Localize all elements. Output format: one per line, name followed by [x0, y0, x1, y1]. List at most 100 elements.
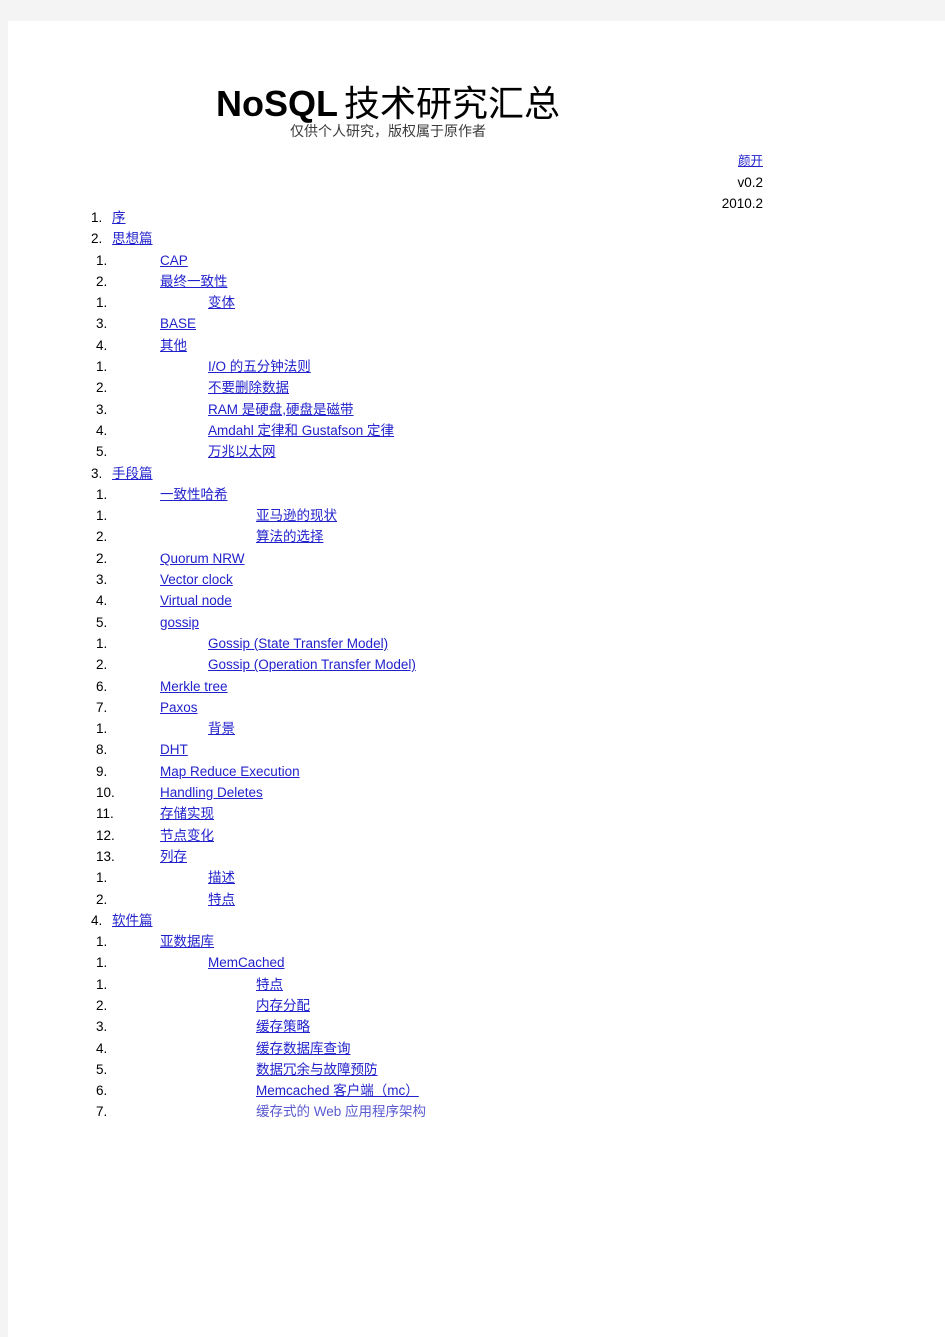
toc-entry: 3. Vector clock — [88, 569, 928, 590]
toc-entry-link[interactable]: I/O 的五分钟法则 — [208, 356, 311, 377]
version-line: v0.2 — [737, 174, 763, 190]
toc-entry-link[interactable]: Amdahl 定律和 Gustafson 定律 — [208, 420, 394, 441]
toc-entry-link[interactable]: 其他 — [160, 335, 187, 356]
toc-entry-link[interactable]: 存储实现 — [160, 803, 214, 824]
toc-entry-number: 1. — [96, 635, 108, 651]
toc-entry-link[interactable]: 特点 — [208, 889, 235, 910]
toc-entry-number: 3. — [96, 316, 108, 332]
toc-entry-link[interactable]: 描述 — [208, 867, 235, 888]
toc-entry-number: 1. — [96, 870, 108, 886]
toc-entry-link[interactable]: 最终一致性 — [160, 271, 228, 292]
toc-entry: 1. Gossip (State Transfer Model) — [88, 633, 928, 654]
document-meta: 颜开 v0.2 2010.2 — [722, 150, 763, 215]
toc-entry-link[interactable]: 内存分配 — [256, 995, 310, 1016]
toc-entry: 1. 亚数据库 — [88, 931, 928, 952]
toc-entry: 2. 算法的选择 — [88, 526, 928, 547]
toc-entry: 4. Amdahl 定律和 Gustafson 定律 — [88, 420, 928, 441]
toc-entry-link[interactable]: 不要删除数据 — [208, 377, 289, 398]
toc-entry: 5. gossip — [88, 612, 928, 633]
toc-entry-number: 11. — [96, 806, 114, 822]
toc-entry-number: 1. — [96, 508, 108, 524]
toc-entry-link[interactable]: Virtual node — [160, 590, 232, 611]
toc-entry: 4. 软件篇 — [88, 910, 928, 931]
toc-entry-number: 5. — [96, 1061, 108, 1077]
toc-entry-link[interactable]: 手段篇 — [112, 463, 153, 484]
toc-entry-link[interactable]: 数据冗余与故障预防 — [256, 1059, 378, 1080]
toc-entry-link[interactable]: DHT — [160, 739, 188, 760]
page-subtitle: 仅供个人研究，版权属于原作者 — [290, 124, 486, 140]
toc-entry-number: 2. — [96, 529, 108, 545]
page-title-cjk: 技术研究汇总 — [343, 84, 560, 126]
toc-entry-link[interactable]: 序 — [112, 207, 126, 228]
toc-entry-link[interactable]: Quorum NRW — [160, 548, 245, 569]
toc-entry-number: 4. — [96, 422, 108, 438]
page-title: NoSQL 技术研究汇总 — [8, 82, 768, 127]
toc-entry-link[interactable]: 缓存数据库查询 — [256, 1038, 351, 1059]
toc-entry: 4. 缓存数据库查询 — [88, 1038, 928, 1059]
toc-entry-number: 2. — [96, 657, 108, 673]
toc-entry: 2. Gossip (Operation Transfer Model) — [88, 654, 928, 675]
toc-entry-number: 10. — [96, 785, 115, 801]
toc-entry: 3. 缓存策略 — [88, 1016, 928, 1037]
toc-entry-link[interactable]: 思想篇 — [112, 228, 153, 249]
toc-entry-number: 1. — [96, 252, 108, 268]
toc-entry: 1. 序 — [88, 207, 928, 228]
toc-entry: 1. 特点 — [88, 974, 928, 995]
document-page: NoSQL 技术研究汇总 仅供个人研究，版权属于原作者 颜开 v0.2 2010.… — [8, 21, 945, 1337]
toc-entry: 12. 节点变化 — [88, 825, 928, 846]
toc-entry-number: 1. — [96, 934, 108, 950]
toc-entry: 11. 存储实现 — [88, 803, 928, 824]
toc-entry: 10. Handling Deletes — [88, 782, 928, 803]
toc-entry-number: 2. — [96, 997, 108, 1013]
toc-entry-number: 2. — [96, 380, 108, 396]
toc-entry-link[interactable]: 亚数据库 — [160, 931, 214, 952]
toc-entry-link[interactable]: BASE — [160, 313, 196, 334]
toc-entry-link[interactable]: 算法的选择 — [256, 526, 324, 547]
toc-entry-number: 1. — [96, 295, 108, 311]
page-title-latin: NoSQL — [215, 83, 338, 125]
toc-entry-link[interactable]: Gossip (Operation Transfer Model) — [208, 654, 416, 675]
toc-entry-number: 6. — [96, 1083, 108, 1099]
toc-entry-link[interactable]: 节点变化 — [160, 825, 214, 846]
toc-entry: 2. 特点 — [88, 889, 928, 910]
toc-entry-link[interactable]: MemCached — [208, 952, 285, 973]
author-line: 颜开 — [722, 150, 763, 172]
toc-entry-link[interactable]: Vector clock — [160, 569, 233, 590]
toc-entry-number: 3. — [96, 401, 108, 417]
toc-entry: 2. 思想篇 — [88, 228, 928, 249]
toc-entry-number: 2. — [96, 273, 108, 289]
toc-entry-link[interactable]: CAP — [160, 250, 188, 271]
toc-entry: 1. MemCached — [88, 952, 928, 973]
toc-entry-link[interactable]: 软件篇 — [112, 910, 153, 931]
toc-entry: 4. 其他 — [88, 335, 928, 356]
toc-entry: 2. 内存分配 — [88, 995, 928, 1016]
toc-entry-link[interactable]: 亚马逊的现状 — [256, 505, 337, 526]
toc-entry-link[interactable]: 列存 — [160, 846, 187, 867]
toc-entry: 1. CAP — [88, 250, 928, 271]
toc-entry-number: 1. — [96, 721, 108, 737]
toc-entry: 2. 最终一致性 — [88, 271, 928, 292]
toc-entry-link[interactable]: 一致性哈希 — [160, 484, 228, 505]
toc-entry-number: 7. — [96, 699, 108, 715]
toc-entry-link[interactable]: 万兆以太网 — [208, 441, 276, 462]
toc-entry-link[interactable]: 特点 — [256, 974, 283, 995]
author-link[interactable]: 颜开 — [738, 153, 763, 168]
toc-entry-link[interactable]: Map Reduce Execution — [160, 761, 300, 782]
toc-entry-link[interactable]: Memcached 客户端（mc） — [256, 1080, 419, 1101]
toc-entry-link[interactable]: 背景 — [208, 718, 235, 739]
toc-entry-link[interactable]: RAM 是硬盘,硬盘是磁带 — [208, 399, 354, 420]
toc-entry: 1. 描述 — [88, 867, 928, 888]
toc-entry-number: 3. — [96, 572, 108, 588]
toc-entry: 13. 列存 — [88, 846, 928, 867]
toc-entry-link[interactable]: gossip — [160, 612, 199, 633]
toc-entry-link[interactable]: Gossip (State Transfer Model) — [208, 633, 388, 654]
toc-entry-link[interactable]: Paxos — [160, 697, 198, 718]
toc-entry-link[interactable]: Merkle tree — [160, 676, 228, 697]
toc-entry: 7. 缓存式的 Web 应用程序架构 — [88, 1101, 928, 1122]
toc-entry-link[interactable]: 缓存策略 — [256, 1016, 310, 1037]
toc-entry: 9. Map Reduce Execution — [88, 761, 928, 782]
toc-entry-link[interactable]: 变体 — [208, 292, 235, 313]
toc-entry-number: 1. — [96, 359, 108, 375]
toc-entry: 7. Paxos — [88, 697, 928, 718]
toc-entry-link[interactable]: Handling Deletes — [160, 782, 263, 803]
